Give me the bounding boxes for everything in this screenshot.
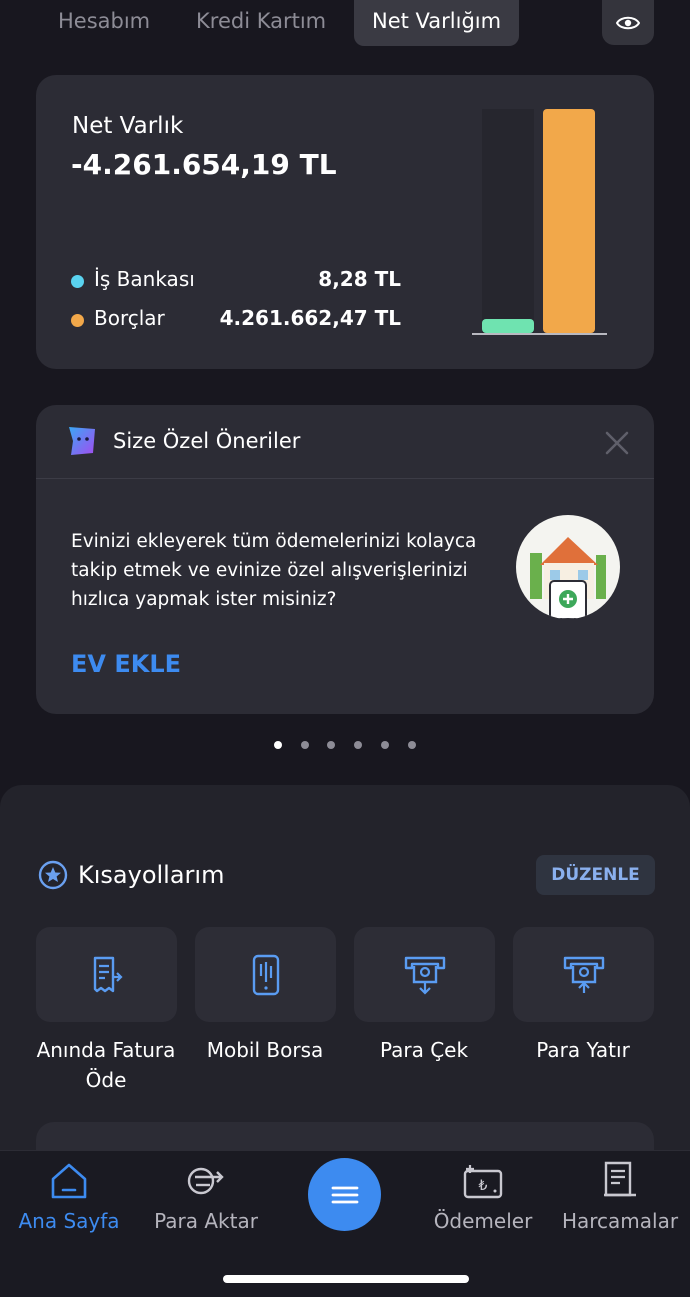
recommendation-text: Evinizi ekleyerek tüm ödemelerinizi kola…	[71, 531, 477, 610]
carousel-pagination	[274, 741, 424, 751]
pagination-dot[interactable]	[300, 741, 309, 749]
legend-label: Borçlar	[94, 306, 165, 330]
atm-withdraw-icon	[404, 956, 445, 995]
shortcut-label: Anında Fatura Öde	[36, 1038, 176, 1092]
legend-row-debts: Borçlar 4.261.662,47 TL	[71, 306, 401, 334]
shortcuts-title: Kısayollarım	[78, 861, 225, 889]
shortcut-label: Para Yatır	[536, 1038, 630, 1062]
phone-chart-icon	[252, 954, 279, 995]
nav-label: Ana Sayfa	[18, 1209, 120, 1233]
legend-dot-debts	[71, 314, 84, 327]
chart-track	[482, 109, 534, 333]
home-icon	[51, 1163, 87, 1199]
tab-net-varligim[interactable]: Net Varlığım	[354, 0, 520, 46]
add-home-button[interactable]: EV EKLE	[71, 650, 181, 678]
net-worth-title: Net Varlık	[72, 113, 184, 139]
net-worth-card[interactable]: Net Varlık -4.261.654,19 TL İş Bankası 8…	[36, 75, 654, 369]
payments-icon: ₺	[463, 1165, 503, 1199]
legend-label: İş Bankası	[94, 267, 195, 291]
legend-row-bank: İş Bankası 8,28 TL	[71, 267, 401, 295]
recommendation-header: Size Özel Öneriler	[36, 405, 654, 479]
nav-label: Harcamalar	[561, 1209, 679, 1233]
pagination-dot[interactable]	[354, 741, 363, 749]
legend-value: 4.261.662,47 TL	[219, 306, 401, 330]
transfer-icon	[187, 1167, 224, 1195]
tab-kredi-kartim[interactable]: Kredi Kartım	[178, 0, 344, 46]
recommendation-card: Size Özel Öneriler Evinizi ekleyerek tüm…	[36, 405, 654, 714]
chart-bar-bank	[482, 319, 534, 333]
shortcut-para-yatir[interactable]	[513, 927, 654, 1022]
pagination-dot[interactable]	[407, 741, 416, 749]
chart-bar-debts	[543, 109, 595, 333]
pagination-dot[interactable]	[327, 741, 336, 749]
nav-ana-sayfa[interactable]: Ana Sayfa	[0, 1151, 138, 1251]
bottom-navigation: Ana Sayfa Para Aktar ₺ Ödemeler Harcamal…	[0, 1150, 690, 1297]
top-tabs: Hesabım Kredi Kartım Net Varlığım	[0, 0, 690, 46]
receipt-icon	[93, 956, 123, 992]
shortcut-para-cek[interactable]	[354, 927, 495, 1022]
shortcut-mobil-borsa[interactable]	[195, 927, 336, 1022]
star-icon	[38, 860, 68, 890]
eye-icon	[616, 16, 640, 29]
shortcut-label: Para Çek	[379, 1038, 469, 1062]
pagination-dot[interactable]	[274, 741, 282, 749]
net-worth-value: -4.261.654,19 TL	[71, 148, 337, 181]
expenses-icon	[604, 1161, 636, 1197]
svg-text:₺: ₺	[479, 1178, 488, 1194]
main-menu-button[interactable]	[308, 1158, 381, 1231]
house-illustration	[516, 515, 620, 619]
close-icon[interactable]	[604, 430, 630, 456]
shortcut-label: Mobil Borsa	[206, 1038, 324, 1062]
nav-harcamalar[interactable]: Harcamalar	[551, 1151, 689, 1251]
edit-shortcuts-button[interactable]: DÜZENLE	[536, 855, 655, 895]
nav-label: Ödemeler	[433, 1209, 533, 1233]
assistant-logo-icon	[69, 427, 95, 455]
recommendation-title: Size Özel Öneriler	[113, 429, 301, 453]
legend-dot-bank	[71, 275, 84, 288]
pagination-dot[interactable]	[380, 741, 389, 749]
tab-hesabim[interactable]: Hesabım	[40, 0, 168, 46]
atm-deposit-icon	[563, 956, 604, 993]
shortcuts-section: Kısayollarım DÜZENLE Anında Fatura Öde M…	[0, 785, 690, 1185]
legend-value: 8,28 TL	[318, 267, 401, 291]
nav-para-aktar[interactable]: Para Aktar	[137, 1151, 275, 1251]
net-worth-chart	[472, 109, 607, 335]
nav-label: Para Aktar	[154, 1209, 258, 1233]
nav-odemeler[interactable]: ₺ Ödemeler	[414, 1151, 552, 1251]
shortcut-fatura-ode[interactable]	[36, 927, 177, 1022]
hamburger-icon	[331, 1186, 358, 1203]
home-indicator	[223, 1275, 469, 1283]
visibility-toggle-button[interactable]	[602, 0, 654, 45]
